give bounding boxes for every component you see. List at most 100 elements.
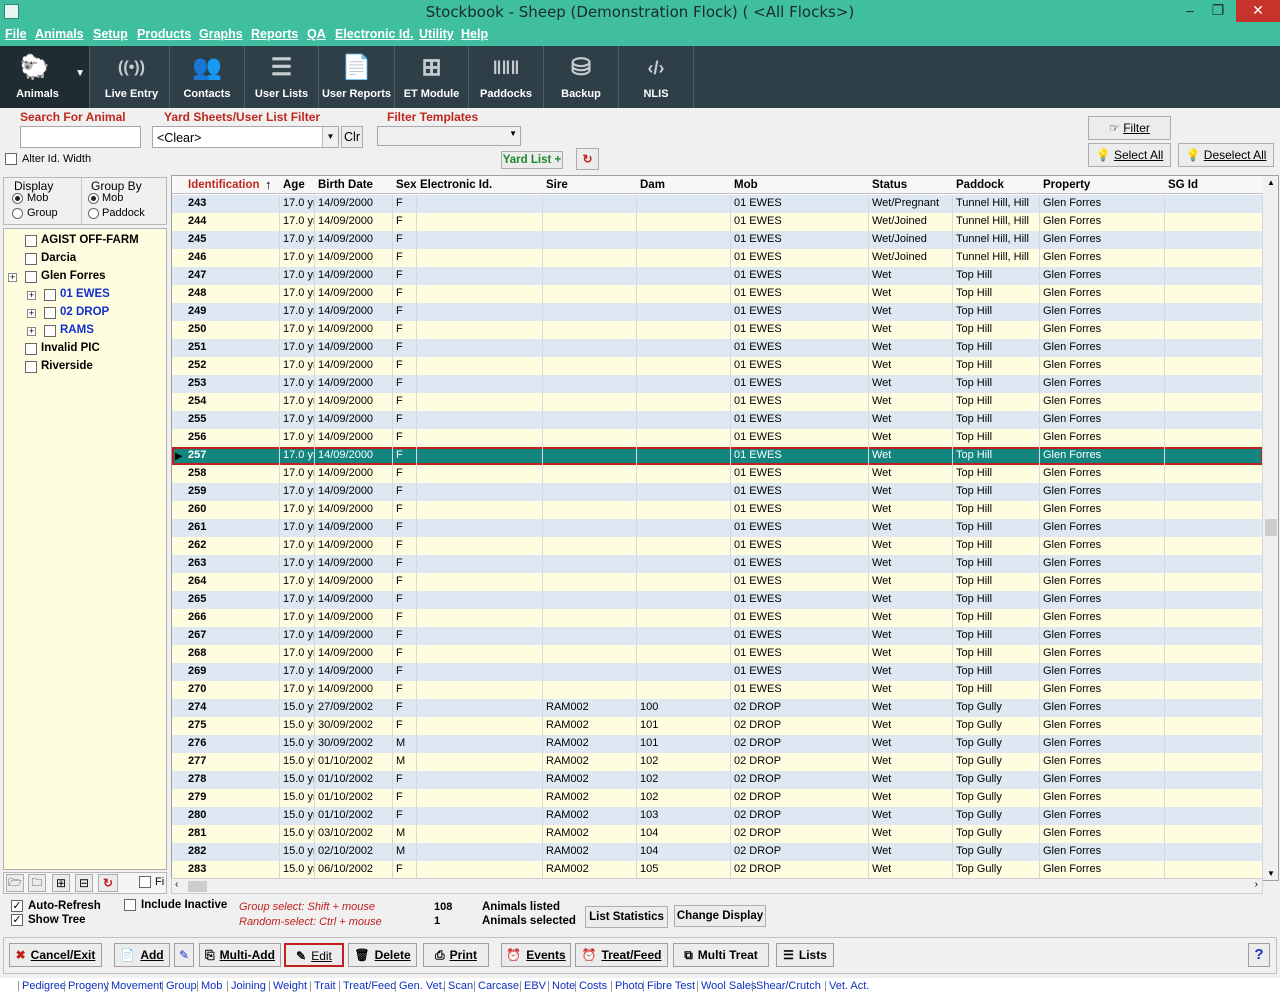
include-inactive-checkbox[interactable] [124,899,136,911]
fi-checkbox[interactable] [139,876,151,888]
table-row[interactable]: 264 17.0 yr 14/09/2000 F 01 EWES Wet Top Hill G… [172,573,1263,591]
table-row[interactable]: 245 17.0 yr 14/09/2000 F 01 EWES Wet/Joined Tu… [172,231,1263,249]
change-display-button[interactable]: Change Display [674,905,766,927]
chevron-down-icon[interactable]: ▼ [75,68,85,79]
events-button[interactable]: ⏰ Events [501,943,571,967]
toolbar-user-lists[interactable]: ☰ User Lists [245,46,319,108]
restore-button[interactable]: ❐ [1204,0,1232,22]
table-row[interactable]: 282 15.0 yr 02/10/2002 M RAM002 104 02 DROP Wet… [172,843,1263,861]
horizontal-scrollbar[interactable]: ‹ › [171,878,1263,894]
edit-button[interactable]: ✎ Edit [284,943,344,967]
expand-icon[interactable]: + [8,273,17,282]
list-statistics-button[interactable]: List Statistics [585,906,668,928]
table-row[interactable]: 249 17.0 yr 14/09/2000 F 01 EWES Wet Top Hill G… [172,303,1263,321]
tree-node[interactable]: Invalid PIC [41,342,100,354]
tree-node[interactable]: AGIST OFF-FARM [41,234,139,246]
link-vet-act[interactable]: Vet. Act. [829,980,869,992]
column-header[interactable]: Sire [546,179,568,191]
scroll-thumb[interactable] [188,881,207,892]
add-button[interactable]: 📄 Add [114,943,170,967]
delete-button[interactable]: 🗑 Delete [348,943,417,967]
table-row[interactable]: 276 15.0 yr 30/09/2002 M RAM002 101 02 DROP Wet… [172,735,1263,753]
table-row[interactable]: 279 15.0 yr 01/10/2002 F RAM002 102 02 DROP Wet… [172,789,1263,807]
tree-node[interactable]: 01 EWES [60,288,110,300]
toolbar-et-module[interactable]: ⊞ ET Module [395,46,469,108]
table-row[interactable]: 281 15.0 yr 03/10/2002 M RAM002 104 02 DROP Wet… [172,825,1263,843]
table-row[interactable]: 244 17.0 yr 14/09/2000 F 01 EWES Wet/Joined Tu… [172,213,1263,231]
column-header[interactable]: Birth Date [318,179,373,191]
scroll-up-icon[interactable]: ▲ [1267,178,1275,187]
table-row[interactable]: 280 15.0 yr 01/10/2002 F RAM002 103 02 DROP Wet… [172,807,1263,825]
menu-utility[interactable]: Utility [419,27,454,41]
link-gen-vet[interactable]: Gen. Vet. [399,980,445,992]
table-row[interactable]: 262 17.0 yr 14/09/2000 F 01 EWES Wet Top Hill G… [172,537,1263,555]
vertical-scrollbar[interactable]: ▲ ▼ [1263,176,1278,880]
menu-help[interactable]: Help [461,27,488,41]
table-row[interactable]: 277 15.0 yr 01/10/2002 M RAM002 102 02 DROP Wet… [172,753,1263,771]
folder-icon[interactable]: 🗀 [28,874,46,892]
tree-node-checkbox[interactable] [25,235,37,247]
tree-node[interactable]: Glen Forres [41,270,106,282]
table-row[interactable]: 251 17.0 yr 14/09/2000 F 01 EWES Wet Top Hill G… [172,339,1263,357]
menu-qa[interactable]: QA [307,27,326,41]
tree-node-checkbox[interactable] [25,343,37,355]
help-button[interactable]: ? [1248,943,1270,967]
table-row[interactable]: 261 17.0 yr 14/09/2000 F 01 EWES Wet Top Hill G… [172,519,1263,537]
add-variant-button[interactable]: ✎ [174,943,194,967]
table-row[interactable]: 268 17.0 yr 14/09/2000 F 01 EWES Wet Top Hill G… [172,645,1263,663]
filter-button[interactable]: ☞ Filter [1088,116,1171,140]
tree-node[interactable]: RAMS [60,324,94,336]
link-mob[interactable]: Mob [201,980,222,992]
table-row[interactable]: 260 17.0 yr 14/09/2000 F 01 EWES Wet Top Hill G… [172,501,1263,519]
table-row[interactable]: 258 17.0 yr 14/09/2000 F 01 EWES Wet Top Hill G… [172,465,1263,483]
chevron-down-icon[interactable]: ▼ [509,129,517,138]
show-tree-checkbox[interactable]: ✓ [11,914,23,926]
column-header[interactable]: Age [283,179,305,191]
link-fibre-test[interactable]: Fibre Test [647,980,695,992]
link-ebv[interactable]: EBV [524,980,546,992]
display-mob-radio[interactable] [12,193,23,204]
deselect-all-button[interactable]: 💡 Deselect All [1178,143,1274,167]
close-window-button[interactable]: ✕ [1236,0,1280,22]
menu-electronic-id[interactable]: Electronic Id. [335,27,414,41]
print-button[interactable]: ⎙ Print [423,943,489,967]
tree-node-checkbox[interactable] [25,361,37,373]
link-movement[interactable]: Movement [111,980,162,992]
link-note[interactable]: Note [552,980,575,992]
tree-node-checkbox[interactable] [25,253,37,265]
group-mob-radio[interactable] [88,193,99,204]
menu-graphs[interactable]: Graphs [199,27,243,41]
table-row[interactable]: 259 17.0 yr 14/09/2000 F 01 EWES Wet Top Hill G… [172,483,1263,501]
minimize-button[interactable]: – [1176,0,1204,22]
menu-file[interactable]: File [5,27,27,41]
chevron-down-icon[interactable]: ▼ [322,127,338,147]
filter-templates-select[interactable]: ▼ [377,126,521,146]
link-weight[interactable]: Weight [273,980,307,992]
tree-node-checkbox[interactable] [44,307,56,319]
lists-button[interactable]: ☰ Lists [776,943,834,967]
table-row[interactable]: 250 17.0 yr 14/09/2000 F 01 EWES Wet Top Hill G… [172,321,1263,339]
cancel-exit-button[interactable]: ✖ Cancel/Exit [9,943,102,967]
table-row[interactable]: 254 17.0 yr 14/09/2000 F 01 EWES Wet Top Hill G… [172,393,1263,411]
toolbar-animals[interactable]: 🐑 Animals ▼ [0,46,90,108]
treat-feed-button[interactable]: ⏰ Treat/Feed [575,943,668,967]
refresh-icon[interactable]: ↻ [576,148,599,170]
column-header[interactable]: Dam [640,179,665,191]
table-row[interactable]: 256 17.0 yr 14/09/2000 F 01 EWES Wet Top Hill G… [172,429,1263,447]
clear-filter-button[interactable]: Clr [341,126,363,148]
multi-add-button[interactable]: ⎘ Multi-Add [199,943,281,967]
table-row[interactable]: 243 17.0 yr 14/09/2000 F 01 EWES Wet/Pregnant… [172,195,1263,213]
table-row[interactable]: 269 17.0 yr 14/09/2000 F 01 EWES Wet Top Hill G… [172,663,1263,681]
collapse-all-icon[interactable]: ⊟ [75,874,93,892]
column-header[interactable]: Sex [396,179,416,191]
yard-filter-select[interactable]: <Clear> ▼ [152,126,339,148]
table-row[interactable]: 265 17.0 yr 14/09/2000 F 01 EWES Wet Top Hill G… [172,591,1263,609]
link-pedigree[interactable]: Pedigree [22,980,66,992]
toolbar-user-reports[interactable]: 📄 User Reports [319,46,395,108]
scroll-down-icon[interactable]: ▼ [1267,869,1275,878]
link-photo[interactable]: Photo [615,980,644,992]
tree-node[interactable]: Riverside [41,360,93,372]
menu-reports[interactable]: Reports [251,27,298,41]
table-row[interactable]: 257 17.0 yr 14/09/2000 F 01 EWES Wet Top Hill G… [172,447,1263,465]
column-header[interactable]: Property [1043,179,1090,191]
